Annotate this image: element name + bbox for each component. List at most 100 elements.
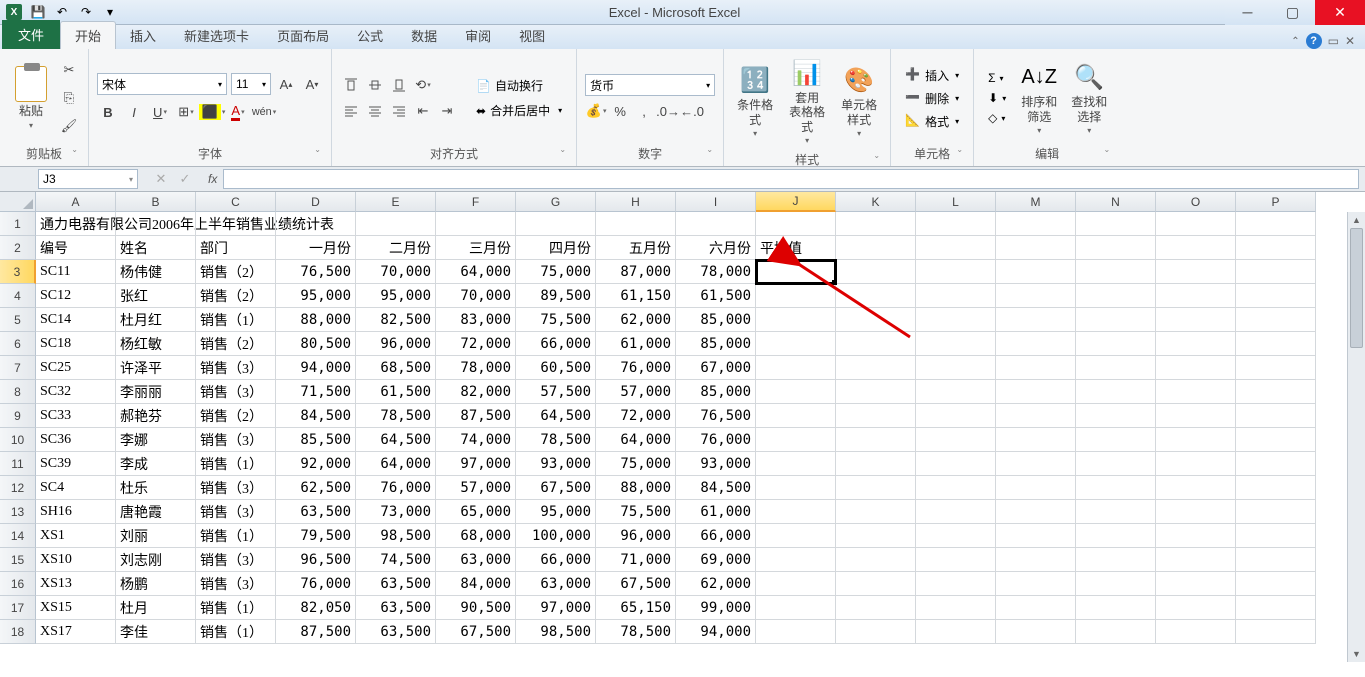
cell[interactable]: 74,500 [356,548,436,572]
italic-button[interactable]: I [123,101,145,123]
cell[interactable]: 87,500 [276,620,356,644]
cell[interactable] [1156,596,1236,620]
cell[interactable] [1236,236,1316,260]
cell[interactable]: 李娜 [116,428,196,452]
col-header-N[interactable]: N [1076,192,1156,212]
cell[interactable]: 三月份 [436,236,516,260]
shrink-font-button[interactable]: A▾ [301,73,323,95]
cell[interactable]: 76,000 [596,356,676,380]
cell[interactable]: 四月份 [516,236,596,260]
cell[interactable] [836,572,916,596]
cell[interactable] [1236,500,1316,524]
row-header-18[interactable]: 18 [0,620,36,644]
cell[interactable]: 二月份 [356,236,436,260]
cell[interactable]: SC32 [36,380,116,404]
cell[interactable]: 61,150 [596,284,676,308]
cell[interactable] [916,236,996,260]
cell[interactable] [1076,596,1156,620]
cell[interactable]: 刘志刚 [116,548,196,572]
tab-review[interactable]: 审阅 [451,22,505,49]
cell[interactable] [836,332,916,356]
font-name-select[interactable]: 宋体▾ [97,73,227,95]
cell[interactable] [1236,380,1316,404]
cell[interactable]: 部门 [196,236,276,260]
cell[interactable] [1076,620,1156,644]
cell[interactable]: 销售（2） [196,404,276,428]
conditional-format-button[interactable]: 🔢 条件格式▾ [732,60,778,142]
cell[interactable] [996,332,1076,356]
cell[interactable]: SH16 [36,500,116,524]
cell[interactable]: 88,000 [276,308,356,332]
align-left-button[interactable] [340,100,362,122]
cell[interactable]: 68,500 [356,356,436,380]
cell[interactable] [996,380,1076,404]
cell[interactable]: 销售（2） [196,260,276,284]
cell[interactable] [1076,236,1156,260]
clear-button[interactable]: ◇▾ [982,109,1012,127]
cell[interactable] [916,500,996,524]
cell[interactable] [996,356,1076,380]
cell[interactable]: XS17 [36,620,116,644]
cell[interactable]: 刘丽 [116,524,196,548]
cell[interactable]: 62,000 [676,572,756,596]
cancel-formula-button[interactable]: ✕ [150,168,172,190]
cell[interactable] [916,284,996,308]
cell[interactable]: 63,500 [356,620,436,644]
wrap-text-button[interactable]: 📄自动换行 [470,75,568,96]
col-header-L[interactable]: L [916,192,996,212]
cell[interactable] [996,452,1076,476]
cell[interactable]: 61,500 [356,380,436,404]
tab-home[interactable]: 开始 [60,21,116,49]
cell[interactable]: 61,000 [596,332,676,356]
tab-data[interactable]: 数据 [397,22,451,49]
cell[interactable]: 62,500 [276,476,356,500]
row-header-2[interactable]: 2 [0,236,36,260]
cell[interactable] [1156,524,1236,548]
cell[interactable] [1156,284,1236,308]
cell[interactable]: 71,000 [596,548,676,572]
cell[interactable]: 五月份 [596,236,676,260]
col-header-K[interactable]: K [836,192,916,212]
fill-button[interactable]: ⬇▾ [982,89,1012,107]
cell[interactable]: 65,000 [436,500,516,524]
row-header-10[interactable]: 10 [0,428,36,452]
cell[interactable] [996,500,1076,524]
cell[interactable]: 93,000 [516,452,596,476]
cell[interactable]: 64,500 [356,428,436,452]
merge-center-button[interactable]: ⬌合并后居中▾ [470,100,568,121]
cell[interactable] [1156,332,1236,356]
cell[interactable]: 87,000 [596,260,676,284]
cell[interactable] [1236,428,1316,452]
cell[interactable] [996,548,1076,572]
redo-button[interactable]: ↷ [76,2,96,22]
cell[interactable] [1076,476,1156,500]
align-right-button[interactable] [388,100,410,122]
cell[interactable]: 64,000 [596,428,676,452]
col-header-C[interactable]: C [196,192,276,212]
cell[interactable]: 郝艳芬 [116,404,196,428]
bold-button[interactable]: B [97,101,119,123]
cell[interactable] [836,212,916,236]
cell[interactable]: 60,500 [516,356,596,380]
row-header-17[interactable]: 17 [0,596,36,620]
maximize-button[interactable]: ▢ [1270,0,1315,25]
cell[interactable]: 75,000 [516,260,596,284]
cell[interactable]: 82,500 [356,308,436,332]
cell[interactable] [1156,476,1236,500]
cell[interactable] [756,212,836,236]
cell[interactable]: 95,000 [516,500,596,524]
cell[interactable]: 销售（1） [196,620,276,644]
cell[interactable]: 85,000 [676,308,756,332]
cell[interactable] [996,308,1076,332]
cell[interactable] [756,428,836,452]
cell[interactable] [676,212,756,236]
cell[interactable] [1076,260,1156,284]
cell[interactable] [1236,476,1316,500]
col-header-J[interactable]: J [756,192,836,212]
align-middle-button[interactable] [364,74,386,96]
cell[interactable]: 销售（3） [196,380,276,404]
tab-page-layout[interactable]: 页面布局 [263,22,343,49]
row-header-5[interactable]: 5 [0,308,36,332]
cell[interactable]: 99,000 [676,596,756,620]
cell[interactable]: 70,000 [356,260,436,284]
